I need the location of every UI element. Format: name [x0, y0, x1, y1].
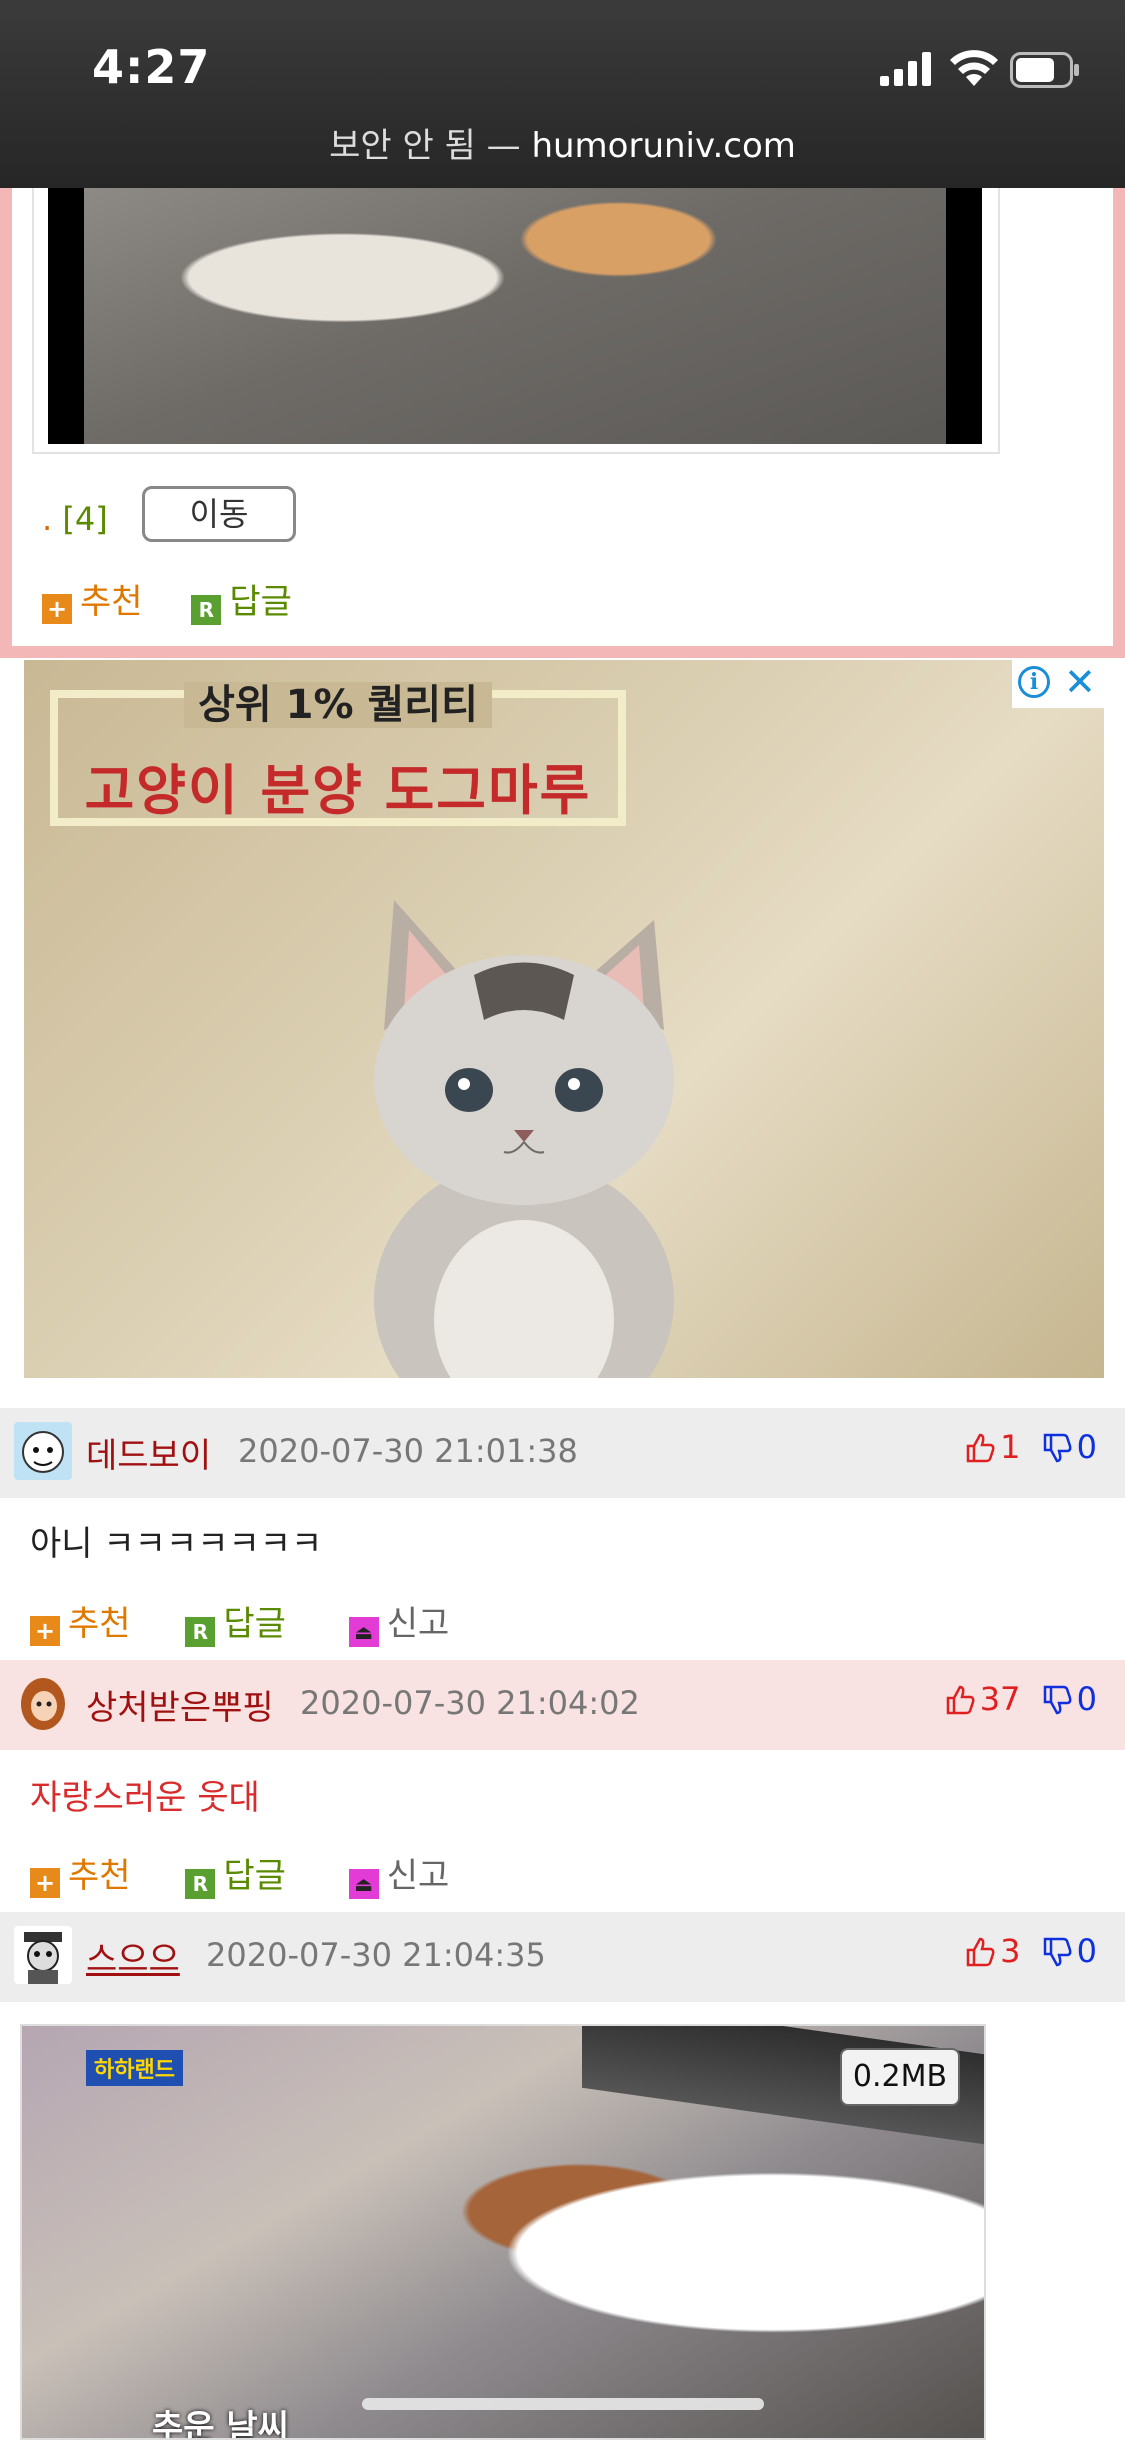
close-icon[interactable]: ✕: [1064, 660, 1096, 704]
recommend-button[interactable]: + 추천: [30, 1856, 131, 1898]
thumbs-down-icon: [1043, 1433, 1072, 1463]
comment-actions: + 추천 R 답글 ⏏ 신고: [30, 1848, 449, 1899]
reply-icon: R: [191, 595, 222, 625]
image-caption: 추운 날씨: [152, 2408, 289, 2440]
site-host: humoruniv.com: [531, 126, 796, 166]
reply-icon: R: [185, 1617, 216, 1647]
status-time: 4:27: [92, 40, 211, 94]
comment-header: 상처받은뿌핑 2020-07-30 21:04:02 37 0: [0, 1660, 1125, 1750]
browser-top-bar: 4:27 보안 안 됨 — humoruniv.com: [0, 0, 1125, 188]
upvote-button[interactable]: 1: [964, 1428, 1031, 1466]
vote-counts: 37 0: [944, 1680, 1097, 1718]
ad-headline: 상위 1% 퀄리티: [184, 682, 492, 728]
thumbs-up-icon: [946, 1685, 975, 1715]
upvote-button[interactable]: 37: [944, 1680, 1031, 1718]
post-frame: . [4] 이동 + 추천 R 답글: [0, 188, 1125, 658]
image-size-badge: 0.2MB: [840, 2048, 960, 2106]
address-bar[interactable]: 보안 안 됨 — humoruniv.com: [0, 118, 1125, 167]
thumbs-down-icon: [1043, 1685, 1072, 1715]
comment-header: 스으으 2020-07-30 21:04:35 3 0: [0, 1912, 1125, 2002]
comment-author[interactable]: 데드보이: [86, 1428, 211, 1477]
recommend-button[interactable]: + 추천: [42, 582, 153, 624]
comment-date: 2020-07-30 21:04:35: [206, 1936, 546, 1974]
plus-icon: +: [30, 1868, 60, 1898]
thumbs-down-icon: [1043, 1937, 1072, 1967]
upvote-button[interactable]: 3: [964, 1932, 1031, 1970]
avatar[interactable]: [14, 1926, 72, 1984]
recommend-button[interactable]: + 추천: [30, 1604, 131, 1646]
comment-date: 2020-07-30 21:01:38: [238, 1432, 578, 1470]
report-button[interactable]: ⏏ 신고: [348, 1856, 449, 1899]
vote-counts: 3 0: [964, 1932, 1097, 1970]
ad-title: 고양이 분양 도그마루: [84, 759, 592, 822]
comment-actions: + 추천 R 답글 ⏏ 신고: [30, 1596, 449, 1647]
cellular-signal-icon: [880, 52, 931, 86]
home-indicator[interactable]: [362, 2398, 764, 2410]
post-body: . [4] 이동 + 추천 R 답글: [12, 188, 1113, 646]
downvote-button[interactable]: 0: [1041, 1428, 1097, 1466]
comment-header: 데드보이 2020-07-30 21:01:38 1 0: [0, 1408, 1125, 1498]
reply-button[interactable]: R 답글: [191, 582, 292, 625]
thumbs-up-icon: [966, 1937, 995, 1967]
avatar[interactable]: [14, 1674, 72, 1732]
post-image-box: [32, 188, 1000, 454]
tv-logo: 하하랜드: [86, 2050, 183, 2086]
comment-text: 아니 ㅋㅋㅋㅋㅋㅋㅋ: [30, 1524, 323, 1564]
reply-button[interactable]: R 답글: [185, 1604, 286, 1647]
avatar[interactable]: [14, 1422, 72, 1480]
insecure-label: 보안 안 됨 —: [329, 126, 521, 166]
kitten-image: [374, 900, 674, 1378]
wifi-icon: [950, 50, 998, 86]
move-button[interactable]: 이동: [142, 486, 296, 542]
thumbs-up-icon: [966, 1433, 995, 1463]
page-number: [4]: [62, 500, 108, 538]
advertisement[interactable]: 상위 1% 퀄리티 고양이 분양 도그마루 i ✕: [24, 660, 1104, 1378]
dog-and-cat-photo: [84, 188, 946, 444]
comment-author[interactable]: 스으으: [86, 1932, 180, 1981]
siren-icon: ⏏: [348, 1869, 379, 1899]
plus-icon: +: [42, 594, 72, 624]
ad-banner: 상위 1% 퀄리티 고양이 분양 도그마루: [50, 682, 626, 826]
page-indicator: . [4]: [42, 500, 108, 538]
downvote-button[interactable]: 0: [1041, 1932, 1097, 1970]
battery-icon: [1010, 52, 1079, 88]
plus-icon: +: [30, 1616, 60, 1646]
info-icon[interactable]: i: [1018, 666, 1050, 698]
siren-icon: ⏏: [348, 1617, 379, 1647]
comment-author[interactable]: 상처받은뿌핑: [86, 1680, 274, 1729]
vote-counts: 1 0: [964, 1428, 1097, 1466]
comment-text: 자랑스러운 웃대: [30, 1778, 260, 1818]
post-image[interactable]: [48, 188, 982, 444]
reply-button[interactable]: R 답글: [185, 1856, 286, 1899]
ad-controls: i ✕: [1012, 660, 1104, 708]
reply-icon: R: [185, 1869, 216, 1899]
post-actions: + 추천 R 답글: [42, 574, 292, 625]
comment-date: 2020-07-30 21:04:02: [300, 1684, 640, 1722]
downvote-button[interactable]: 0: [1041, 1680, 1097, 1718]
report-button[interactable]: ⏏ 신고: [348, 1604, 449, 1647]
